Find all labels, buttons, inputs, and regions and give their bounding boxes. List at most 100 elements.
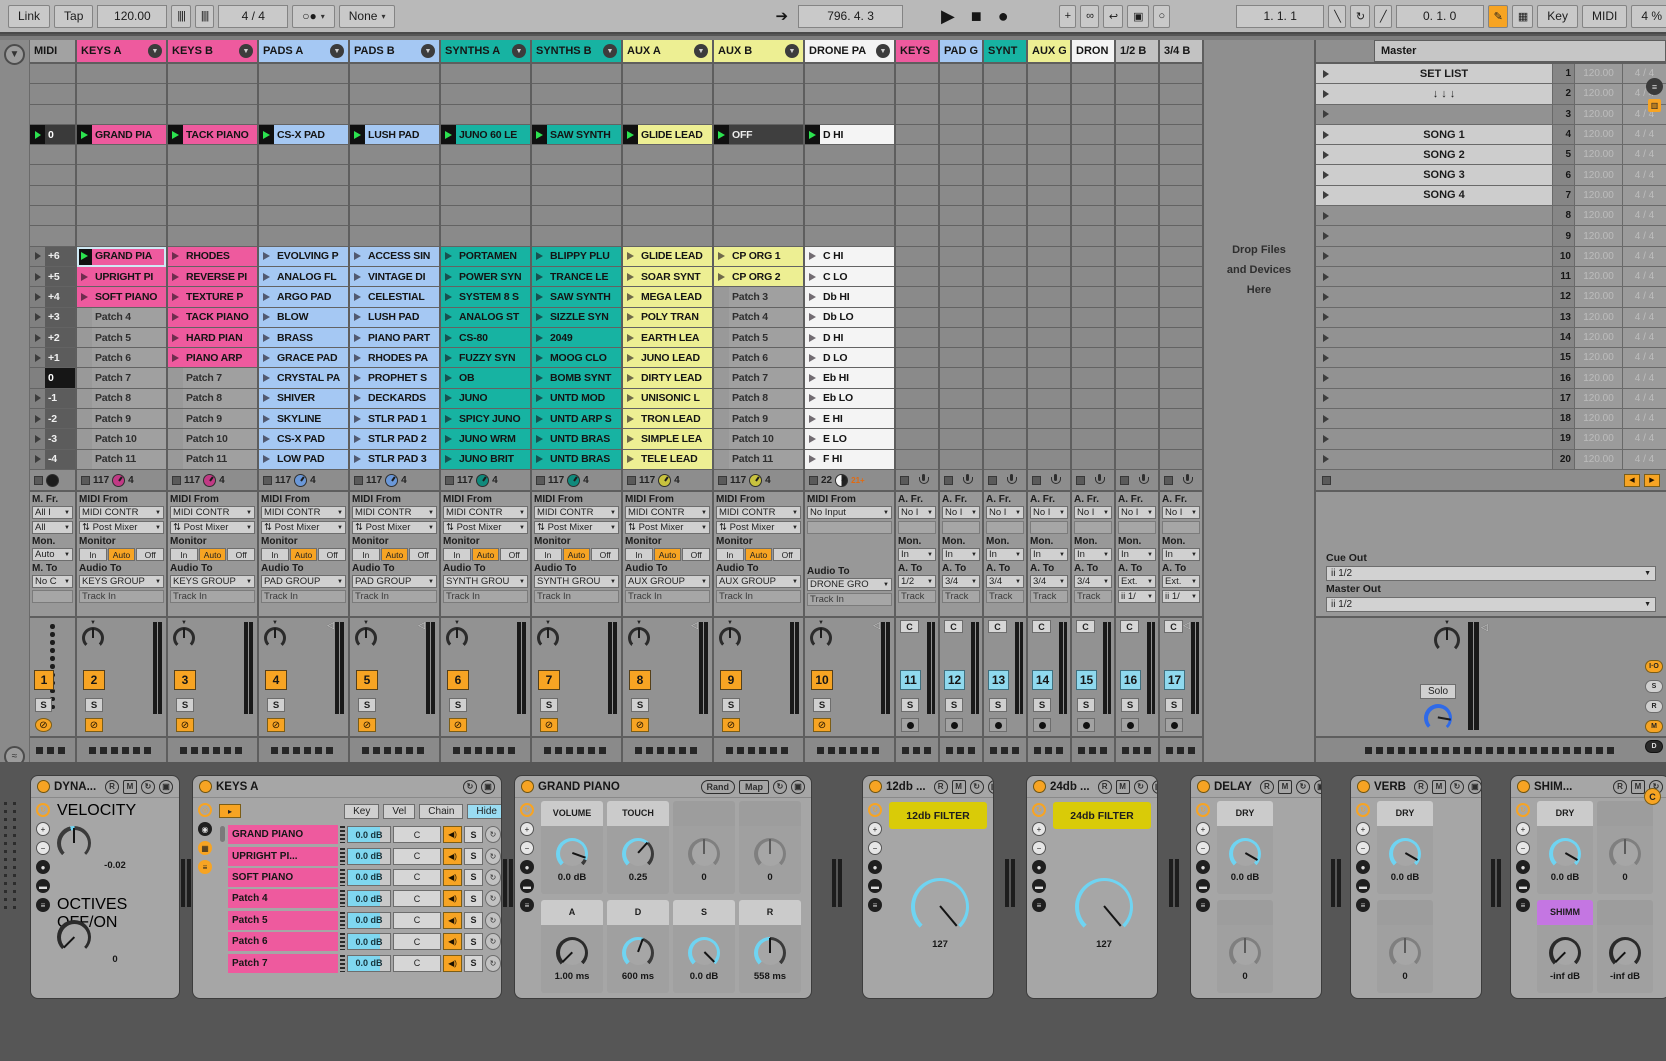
clip-slot[interactable]: STLR PAD 1 <box>350 409 439 429</box>
hot-swap-icon[interactable]: ↻ <box>773 780 787 794</box>
crossfade-assign-c[interactable]: C <box>1644 788 1661 805</box>
clip-slot[interactable] <box>1072 125 1114 145</box>
clip-slot[interactable] <box>168 186 257 206</box>
macro-knob[interactable] <box>57 920 91 954</box>
clip-slot[interactable] <box>1072 84 1114 104</box>
monitor-off-button[interactable]: Off <box>227 548 255 561</box>
clip-launch-button[interactable] <box>30 308 45 327</box>
clip-slot[interactable] <box>259 165 348 185</box>
clip-launch-button[interactable] <box>30 450 45 469</box>
save-preset-icon[interactable]: ▣ <box>1314 780 1322 794</box>
arm-button[interactable]: ⊘ <box>358 718 376 732</box>
clip-slot[interactable] <box>1028 84 1070 104</box>
clip-slot[interactable] <box>623 165 712 185</box>
chain-scrollbar[interactable] <box>219 824 226 845</box>
monitor-dot-button[interactable] <box>1077 718 1095 732</box>
track-header[interactable]: PADS B▼ <box>350 40 439 64</box>
crossfade-assign-button[interactable]: C <box>1120 620 1139 633</box>
routing-selector[interactable]: All I <box>32 506 73 519</box>
clip-slot[interactable] <box>30 206 75 226</box>
computer-midi-keyboard-icon[interactable]: ▦ <box>1512 5 1533 28</box>
clip-slot[interactable] <box>1116 206 1158 226</box>
clip-slot[interactable] <box>940 64 982 84</box>
r-button[interactable]: R <box>934 780 948 794</box>
rail-icon[interactable]: − <box>1356 841 1370 855</box>
routing-selector[interactable]: MIDI CONTR <box>261 506 346 519</box>
scene-tempo[interactable]: 120.00 <box>1574 450 1622 469</box>
clip-launch-button[interactable] <box>623 348 638 367</box>
clip-slot[interactable] <box>1028 226 1070 246</box>
track-number-button[interactable]: 11 <box>900 670 921 690</box>
clip-launch-button[interactable] <box>532 429 547 448</box>
chain-solo-button[interactable]: S <box>464 826 483 843</box>
chain-speaker-icon[interactable]: ◀) <box>443 826 462 843</box>
crossfade-assign-button[interactable]: C <box>1032 620 1051 633</box>
tap-tempo-button[interactable]: Tap <box>54 5 93 28</box>
scene-time-signature[interactable]: 4 / 4 <box>1622 328 1666 347</box>
track-header[interactable]: DRON <box>1072 40 1114 64</box>
clip-slot[interactable]: Patch 5 <box>714 328 803 348</box>
track-number-button[interactable]: 13 <box>988 670 1009 690</box>
clip-slot[interactable]: TACK PIANO <box>168 308 257 328</box>
scene-time-signature[interactable]: 4 / 4 <box>1622 348 1666 367</box>
clip-launch-button[interactable] <box>714 409 729 428</box>
rail-icon[interactable]: ▬ <box>36 879 50 893</box>
solo-button[interactable]: S <box>945 698 963 712</box>
clip-slot[interactable] <box>984 429 1026 449</box>
track-header[interactable]: AUX A▼ <box>623 40 712 64</box>
clip-launch-button[interactable] <box>623 429 638 448</box>
clip-slot[interactable]: GLIDE LEAD <box>623 247 712 267</box>
device-header[interactable]: DYNA...RM↻▣ <box>31 776 179 798</box>
clip-launch-button[interactable] <box>714 287 729 306</box>
track-number-button[interactable]: 5 <box>356 670 378 690</box>
macro-knob[interactable] <box>754 937 786 969</box>
clip-slot[interactable]: MEGA LEAD <box>623 287 712 307</box>
track-number-button[interactable]: 4 <box>265 670 287 690</box>
clip-slot[interactable] <box>623 186 712 206</box>
clip-slot[interactable]: BLIPPY PLU <box>532 247 621 267</box>
routing-input-box[interactable]: Track <box>898 590 936 603</box>
clip-slot[interactable] <box>714 105 803 125</box>
clip-slot[interactable] <box>1116 186 1158 206</box>
arrangement-position-display[interactable]: 796. 4. 3 <box>798 5 903 28</box>
clip-stop-button[interactable] <box>627 476 636 485</box>
clip-slot[interactable] <box>896 105 938 125</box>
clip-slot[interactable]: CELESTIAL <box>350 287 439 307</box>
clip-launch-button[interactable] <box>441 125 456 144</box>
track-header[interactable]: KEYS A▼ <box>77 40 166 64</box>
clip-slot[interactable] <box>940 226 982 246</box>
clip-slot[interactable] <box>1116 165 1158 185</box>
macro-knob[interactable] <box>688 937 720 969</box>
rail-icon[interactable]: ▬ <box>1356 879 1370 893</box>
rail-icon[interactable]: ▬ <box>1516 879 1530 893</box>
clip-launch-button[interactable] <box>623 267 638 286</box>
clip-slot[interactable]: SAW SYNTH <box>532 125 621 145</box>
clip-slot[interactable]: +2 <box>30 328 75 348</box>
solo-button[interactable]: S <box>85 698 103 712</box>
scene-time-signature[interactable]: 4 / 4 <box>1622 226 1666 245</box>
clip-slot[interactable] <box>350 226 439 246</box>
clip-slot[interactable]: UNTD MOD <box>532 389 621 409</box>
clip-launch-button[interactable] <box>532 450 547 469</box>
clip-slot[interactable] <box>1116 145 1158 165</box>
rail-icon[interactable]: + <box>1196 822 1210 836</box>
clip-slot[interactable]: TELE LEAD <box>623 450 712 470</box>
clip-slot[interactable]: GRAND PIA <box>77 125 166 145</box>
clip-slot[interactable] <box>1160 267 1202 287</box>
clip-launch-button[interactable] <box>168 328 183 347</box>
master-header[interactable]: Master <box>1316 40 1666 64</box>
clip-launch-button[interactable] <box>350 368 365 387</box>
clip-slot[interactable] <box>1028 368 1070 388</box>
clip-slot[interactable]: JUNO 60 LE <box>441 125 530 145</box>
scene-tempo[interactable]: 120.00 <box>1574 125 1622 144</box>
macro-knob[interactable] <box>1229 937 1261 969</box>
clip-slot[interactable]: Patch 9 <box>714 409 803 429</box>
rail-icon[interactable]: + <box>1032 822 1046 836</box>
clip-launch-button[interactable] <box>77 267 92 286</box>
clip-slot[interactable] <box>805 165 894 185</box>
clip-slot[interactable]: POWER SYN <box>441 267 530 287</box>
clip-slot[interactable] <box>714 226 803 246</box>
scene-launch-button[interactable] <box>1316 328 1336 347</box>
routing-selector[interactable]: No I <box>1030 506 1068 519</box>
clip-launch-button[interactable] <box>805 287 820 306</box>
